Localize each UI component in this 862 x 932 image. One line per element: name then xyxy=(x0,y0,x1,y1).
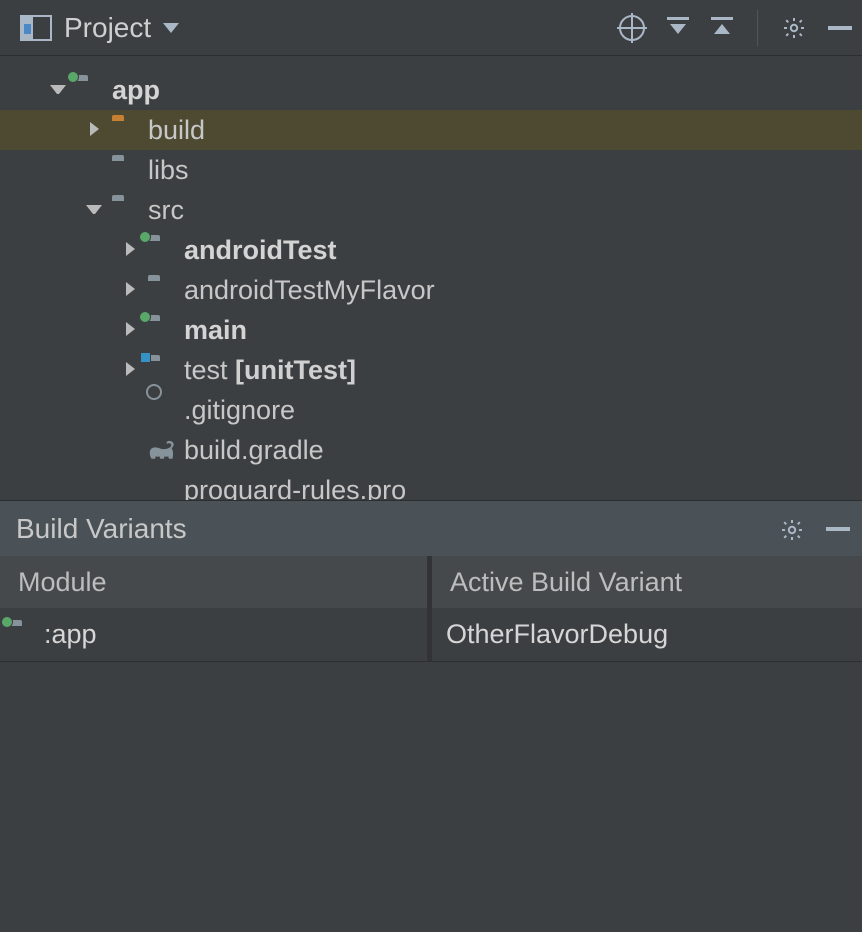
tree-label: build xyxy=(148,115,205,146)
minimize-icon[interactable] xyxy=(826,527,850,531)
table-row[interactable]: :app OtherFlavorDebug xyxy=(0,608,862,662)
table-header-row: Module Active Build Variant xyxy=(0,556,862,608)
tree-item-androidtestmyflavor[interactable]: androidTestMyFlavor xyxy=(0,270,862,310)
tree-label: src xyxy=(148,195,184,226)
tree-label: androidTest xyxy=(184,235,337,266)
arrow-spacer xyxy=(86,162,102,178)
chevron-down-icon[interactable] xyxy=(86,202,102,218)
gradle-file-icon xyxy=(148,440,176,470)
tree-item-androidtest[interactable]: androidTest xyxy=(0,230,862,270)
project-tree[interactable]: app build libs src androidTest androidTe… xyxy=(0,56,862,500)
tree-item-libs[interactable]: libs xyxy=(0,150,862,190)
tree-label: build.gradle xyxy=(184,435,324,466)
arrow-spacer xyxy=(122,442,138,458)
tree-label: main xyxy=(184,315,247,346)
module-cell[interactable]: :app xyxy=(0,608,432,661)
build-variants-table: Module Active Build Variant :app OtherFl… xyxy=(0,556,862,662)
tree-item-app[interactable]: app xyxy=(0,70,862,110)
locate-icon[interactable] xyxy=(619,15,645,41)
tree-item-main[interactable]: main xyxy=(0,310,862,350)
tree-label: libs xyxy=(148,155,189,186)
minimize-icon[interactable] xyxy=(828,26,852,30)
tree-item-test[interactable]: test [unitTest] xyxy=(0,350,862,390)
tree-label: test [unitTest] xyxy=(184,355,356,386)
tree-label: androidTestMyFlavor xyxy=(184,275,435,306)
tree-item-gitignore[interactable]: .gitignore xyxy=(0,390,862,430)
arrow-spacer xyxy=(122,482,138,498)
gear-icon[interactable] xyxy=(782,16,806,40)
project-toolbar-title: Project xyxy=(64,12,151,44)
chevron-right-icon[interactable] xyxy=(122,242,138,258)
build-variants-empty-area xyxy=(0,662,862,932)
column-header-variant[interactable]: Active Build Variant xyxy=(432,556,862,608)
column-header-module[interactable]: Module xyxy=(0,556,432,608)
dropdown-icon xyxy=(163,23,179,33)
tree-item-src[interactable]: src xyxy=(0,190,862,230)
chevron-down-icon[interactable] xyxy=(50,82,66,98)
toolbar-divider xyxy=(757,10,758,46)
project-toolbar: Project xyxy=(0,0,862,56)
variant-name: OtherFlavorDebug xyxy=(446,619,668,650)
tree-item-buildgradle[interactable]: build.gradle xyxy=(0,430,862,470)
build-variants-header: Build Variants xyxy=(0,500,862,556)
arrow-spacer xyxy=(122,402,138,418)
tree-label: app xyxy=(112,75,160,106)
chevron-right-icon[interactable] xyxy=(122,362,138,378)
tree-item-cutoff xyxy=(0,56,862,70)
tree-label: proguard-rules.pro xyxy=(184,475,406,501)
tree-item-proguard[interactable]: proguard-rules.pro xyxy=(0,470,862,500)
build-variants-title: Build Variants xyxy=(16,513,187,545)
chevron-right-icon[interactable] xyxy=(122,282,138,298)
tree-label: .gitignore xyxy=(184,395,295,426)
project-view-icon xyxy=(20,15,52,41)
module-name: :app xyxy=(44,619,97,650)
project-view-selector[interactable]: Project xyxy=(20,12,179,44)
gear-icon[interactable] xyxy=(780,517,804,541)
tree-item-build[interactable]: build xyxy=(0,110,862,150)
chevron-right-icon[interactable] xyxy=(86,122,102,138)
chevron-right-icon[interactable] xyxy=(122,322,138,338)
expand-all-icon[interactable] xyxy=(667,17,689,39)
variant-cell[interactable]: OtherFlavorDebug xyxy=(432,608,862,661)
collapse-all-icon[interactable] xyxy=(711,17,733,39)
